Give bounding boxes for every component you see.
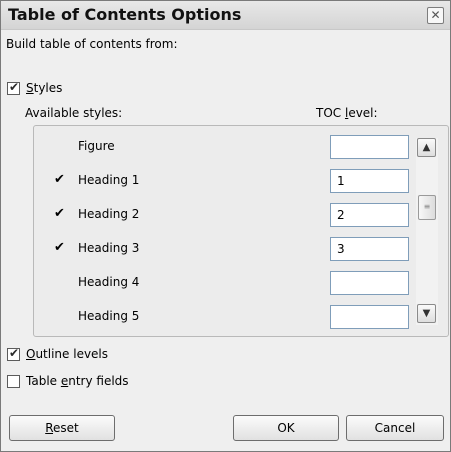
style-row[interactable]: Figure [34,133,334,161]
checkmark-icon: ✔ [9,80,20,94]
style-name: Heading 1 [78,173,140,187]
cancel-button[interactable]: Cancel [346,415,444,441]
style-name: Figure [78,139,115,153]
title-bar[interactable]: Table of Contents Options ✕ [1,1,450,30]
style-name: Heading 2 [78,207,140,221]
checkmark-icon: ✔ [9,346,20,360]
reset-button[interactable]: Reset [9,415,115,441]
styles-scrollbar[interactable]: ▲ ≡ ▼ [416,138,438,325]
style-row[interactable]: Heading 5 [34,303,334,331]
style-name: Heading 4 [78,275,140,289]
styles-checkbox[interactable]: ✔ [7,80,20,95]
close-icon[interactable]: ✕ [427,7,444,24]
toc-level-header: TOC level: [316,106,378,120]
toc-options-dialog: Table of Contents Options ✕ Build table … [0,0,451,452]
scroll-down-icon[interactable]: ▼ [417,304,436,323]
style-row[interactable]: Heading 4 [34,269,334,297]
style-check-icon: ✔ [54,172,65,187]
style-name: Heading 3 [78,241,140,255]
toc-level-input[interactable] [330,305,409,329]
styles-label[interactable]: Styles [26,81,62,95]
available-styles-header: Available styles: [25,106,123,120]
style-check-icon: ✔ [54,206,65,221]
styles-list: Figure ✔ Heading 1 1 ✔ Heading 2 2 ✔ Heading 3 3 H… [33,125,449,337]
ok-button[interactable]: OK [233,415,339,441]
style-row[interactable]: ✔ Heading 1 [34,167,334,195]
build-from-label: Build table of contents from: [6,37,178,51]
dialog-title: Table of Contents Options [8,5,242,24]
outline-levels-checkbox[interactable]: ✔ [7,346,20,361]
toc-level-input[interactable]: 3 [330,237,409,261]
toc-level-input[interactable] [330,271,409,295]
style-row[interactable]: ✔ Heading 2 [34,201,334,229]
toc-level-input[interactable]: 1 [330,169,409,193]
table-entry-fields-checkbox[interactable] [7,375,20,388]
outline-levels-label[interactable]: Outline levels [26,347,108,361]
scroll-up-icon[interactable]: ▲ [417,138,436,157]
style-check-icon: ✔ [54,240,65,255]
table-entry-fields-label[interactable]: Table entry fields [26,374,129,388]
style-row[interactable]: ✔ Heading 3 [34,235,334,263]
scroll-thumb[interactable]: ≡ [418,195,436,220]
style-name: Heading 5 [78,309,140,323]
toc-level-input[interactable] [330,135,409,159]
toc-level-input[interactable]: 2 [330,203,409,227]
